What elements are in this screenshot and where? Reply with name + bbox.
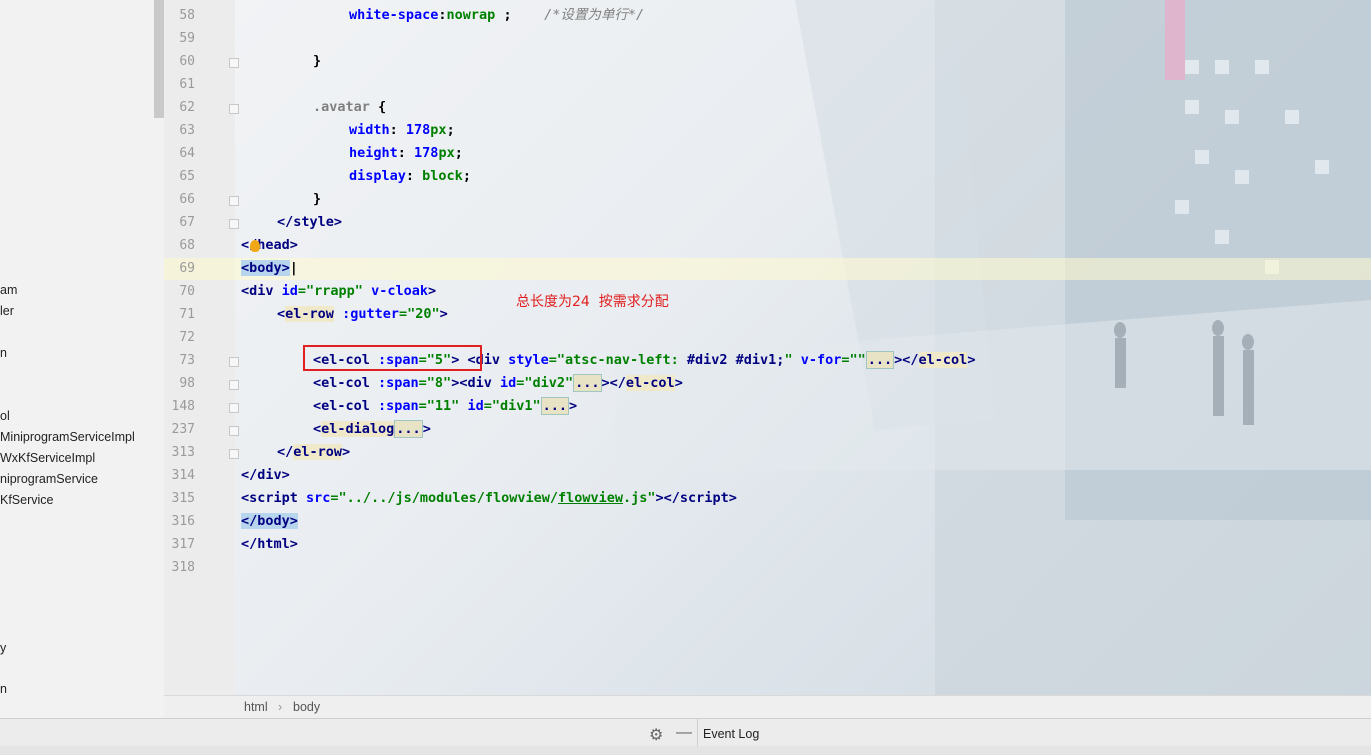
- line-number: 237: [171, 422, 195, 437]
- fold-marker[interactable]: [229, 380, 239, 390]
- line-number: 68: [179, 238, 195, 253]
- fold-marker[interactable]: [229, 449, 239, 459]
- tree-item[interactable]: n: [0, 346, 7, 360]
- minimize-icon[interactable]: —: [676, 724, 692, 742]
- tree-item[interactable]: am: [0, 283, 17, 297]
- tree-item[interactable]: y: [0, 641, 6, 655]
- line-number: 66: [179, 192, 195, 207]
- line-number: 71: [179, 307, 195, 322]
- gear-icon[interactable]: ⚙: [649, 725, 663, 745]
- line-number: 61: [179, 77, 195, 92]
- code-line[interactable]: </el-row>: [277, 441, 350, 464]
- code-line[interactable]: </body>: [241, 510, 298, 533]
- line-number: 70: [179, 284, 195, 299]
- code-line[interactable]: <body>|: [241, 257, 298, 280]
- line-number: 64: [179, 146, 195, 161]
- code-line[interactable]: width: 178px;: [349, 119, 455, 142]
- line-number: 67: [179, 215, 195, 230]
- line-number: 315: [171, 491, 195, 506]
- line-number: 318: [171, 560, 195, 575]
- line-number: 60: [179, 54, 195, 69]
- code-line[interactable]: white-space:nowrap ; /*设置为单行*/: [349, 4, 644, 27]
- line-number: 65: [179, 169, 195, 184]
- project-scrollbar[interactable]: [154, 0, 164, 118]
- code-line[interactable]: <el-dialog... >: [313, 418, 431, 441]
- tree-item[interactable]: MiniprogramServiceImpl: [0, 430, 135, 444]
- fold-marker[interactable]: [229, 219, 239, 229]
- line-number: 98: [179, 376, 195, 391]
- fold-marker[interactable]: [229, 403, 239, 413]
- breadcrumb-item-html[interactable]: html: [244, 700, 268, 714]
- line-number: 313: [171, 445, 195, 460]
- line-number: 317: [171, 537, 195, 552]
- line-number: 316: [171, 514, 195, 529]
- fold-marker[interactable]: [229, 196, 239, 206]
- code-line[interactable]: }: [313, 188, 321, 211]
- line-number: 73: [179, 353, 195, 368]
- fold-marker[interactable]: [229, 104, 239, 114]
- event-log-tab[interactable]: Event Log: [703, 727, 759, 741]
- code-line[interactable]: }: [313, 50, 321, 73]
- code-line[interactable]: </div>: [241, 464, 290, 487]
- fold-marker[interactable]: [229, 357, 239, 367]
- lightbulb-icon[interactable]: [250, 240, 260, 252]
- line-number: 72: [179, 330, 195, 345]
- fold-marker[interactable]: [229, 58, 239, 68]
- tree-item[interactable]: WxKfServiceImpl: [0, 451, 95, 465]
- tree-item[interactable]: KfService: [0, 493, 54, 507]
- bottom-toolbar: ⚙ — Event Log: [0, 718, 1371, 755]
- fold-marker[interactable]: [229, 426, 239, 436]
- project-tree-panel: am ler n ol MiniprogramServiceImpl WxKfS…: [0, 0, 165, 718]
- line-number: 69: [179, 261, 195, 276]
- line-number: 314: [171, 468, 195, 483]
- code-line[interactable]: display: block;: [349, 165, 471, 188]
- breadcrumb-item-body[interactable]: body: [293, 700, 320, 714]
- code-line[interactable]: <el-col :span="11" id="div1"... >: [313, 395, 577, 418]
- breadcrumb: html › body: [164, 695, 1371, 719]
- caret-line-highlight: [164, 258, 1371, 280]
- code-line[interactable]: height: 178px;: [349, 142, 463, 165]
- annotation-text: 总长度为24 按需求分配: [516, 294, 669, 310]
- code-line[interactable]: <script src="../../js/modules/flowview/f…: [241, 487, 737, 510]
- code-line[interactable]: <div id="rrapp" v-cloak>: [241, 280, 436, 303]
- code-line[interactable]: </html>: [241, 533, 298, 556]
- line-number: 59: [179, 31, 195, 46]
- tree-item[interactable]: n: [0, 682, 7, 696]
- line-number: 63: [179, 123, 195, 138]
- breadcrumb-separator-icon: ›: [278, 700, 283, 714]
- code-line[interactable]: <el-row :gutter="20">: [277, 303, 448, 326]
- tree-item[interactable]: ol: [0, 409, 10, 423]
- line-number: 58: [179, 8, 195, 23]
- code-line[interactable]: <el-col :span="8"><div id="div2"... ></el…: [313, 372, 683, 395]
- code-line[interactable]: </style>: [277, 211, 342, 234]
- tree-item[interactable]: ler: [0, 304, 14, 318]
- line-number: 62: [179, 100, 195, 115]
- line-number: 148: [171, 399, 195, 414]
- tree-item[interactable]: niprogramService: [0, 472, 98, 486]
- code-line[interactable]: .avatar {: [313, 96, 386, 119]
- highlight-box: [303, 345, 482, 371]
